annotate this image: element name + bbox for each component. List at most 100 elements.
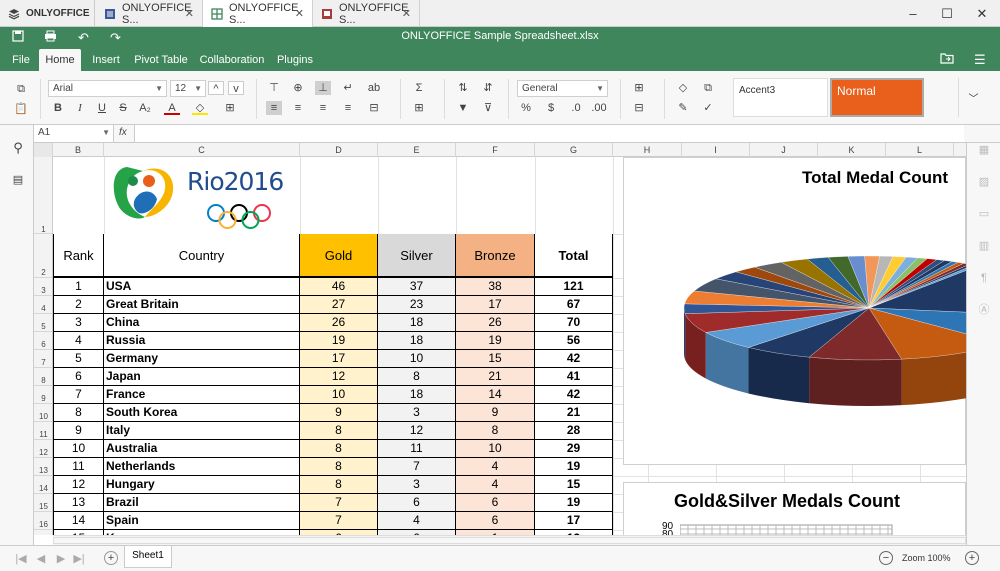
menu-home[interactable]: Home [39, 49, 81, 71]
decrease-decimal-icon[interactable]: .0 [568, 101, 584, 115]
table-cell[interactable]: 29 [535, 440, 613, 458]
header-cell[interactable]: Rank [53, 234, 104, 278]
table-cell[interactable]: 5 [53, 350, 104, 368]
table-cell[interactable]: 19 [535, 494, 613, 512]
zoom-in-button[interactable]: + [965, 551, 979, 565]
table-cell[interactable]: 9 [456, 404, 535, 422]
italic-button[interactable]: I [72, 101, 88, 115]
delete-cells-icon[interactable]: ⊟ [631, 101, 647, 115]
table-cell[interactable]: France [104, 386, 300, 404]
table-cell[interactable]: 9 [53, 422, 104, 440]
column-header[interactable]: G [535, 143, 613, 157]
table-cell[interactable]: 8 [300, 440, 378, 458]
table-cell[interactable]: 27 [300, 296, 378, 314]
table-cell[interactable]: 14 [53, 512, 104, 530]
wrap-text-icon[interactable]: ↵ [340, 81, 356, 95]
select-all-corner[interactable] [34, 143, 53, 157]
table-cell[interactable]: 37 [378, 278, 456, 296]
row-header[interactable]: 9 [34, 386, 52, 404]
chart-settings-icon[interactable]: ▥ [976, 239, 992, 253]
close-tab-icon[interactable]: ✕ [185, 7, 194, 20]
table-cell[interactable]: 4 [53, 332, 104, 350]
zoom-out-button[interactable]: − [879, 551, 893, 565]
table-cell[interactable]: 15 [456, 350, 535, 368]
table-cell[interactable]: 2 [53, 296, 104, 314]
style-accent3[interactable]: Accent3 [733, 78, 828, 117]
close-tab-icon[interactable]: ✕ [295, 7, 304, 20]
horizontal-scrollbar[interactable] [53, 535, 966, 545]
increase-decimal-icon[interactable]: .00 [591, 101, 607, 115]
table-cell[interactable]: Australia [104, 440, 300, 458]
table-cell[interactable]: 70 [535, 314, 613, 332]
table-cell[interactable]: 56 [535, 332, 613, 350]
paste-icon[interactable]: 📋 [13, 102, 29, 116]
row-header[interactable]: 17 [34, 530, 52, 535]
column-header[interactable]: I [682, 143, 750, 157]
column-header[interactable]: E [378, 143, 456, 157]
table-cell[interactable]: 13 [53, 494, 104, 512]
column-header[interactable]: H [613, 143, 682, 157]
row-header[interactable]: 15 [34, 494, 52, 512]
row-header[interactable]: 2 [34, 234, 52, 278]
scrollbar-thumb[interactable] [53, 537, 966, 544]
increase-font-button[interactable]: ^ [208, 81, 224, 95]
table-cell[interactable]: Spain [104, 512, 300, 530]
table-cell[interactable]: 42 [535, 386, 613, 404]
insert-function-icon[interactable]: ⊞ [411, 101, 427, 115]
column-header[interactable]: K [818, 143, 886, 157]
clear-filter-icon[interactable]: ⊽ [480, 101, 496, 115]
font-name-select[interactable]: Arial ▼ [48, 80, 167, 97]
subscript-icon[interactable]: A₂ [137, 101, 153, 115]
table-cell[interactable]: 10 [378, 350, 456, 368]
row-header[interactable]: 8 [34, 368, 52, 386]
column-header[interactable]: C [104, 143, 300, 157]
menu-pivot-table[interactable]: Pivot Table [131, 49, 191, 71]
insert-cells-icon[interactable]: ⊞ [631, 81, 647, 95]
table-cell[interactable]: 26 [300, 314, 378, 332]
table-cell[interactable]: 12 [378, 422, 456, 440]
currency-button[interactable]: $ [543, 101, 559, 115]
header-cell[interactable]: Country [104, 234, 300, 278]
function-icon[interactable]: fx [119, 127, 127, 138]
table-cell[interactable]: 6 [53, 368, 104, 386]
table-cell[interactable]: 3 [53, 314, 104, 332]
table-cell[interactable]: 9 [300, 404, 378, 422]
table-cell[interactable]: 6 [456, 512, 535, 530]
cell-reference-input[interactable]: A1 ▼ [34, 125, 114, 142]
bold-button[interactable]: B [50, 101, 66, 115]
table-cell[interactable]: 46 [300, 278, 378, 296]
table-cell[interactable]: 18 [378, 332, 456, 350]
row-header[interactable]: 14 [34, 476, 52, 494]
last-sheet-icon[interactable]: ▶| [71, 552, 87, 566]
table-cell[interactable]: 8 [300, 476, 378, 494]
table-cell[interactable]: Italy [104, 422, 300, 440]
table-cell[interactable]: 7 [300, 494, 378, 512]
column-header[interactable]: J [750, 143, 818, 157]
table-cell[interactable]: 10 [456, 440, 535, 458]
table-cell[interactable]: 10 [300, 386, 378, 404]
align-bottom-icon[interactable]: ⊥ [315, 81, 331, 95]
add-sheet-button[interactable]: + [104, 551, 118, 565]
table-cell[interactable]: 11 [53, 458, 104, 476]
number-format-select[interactable]: General ▼ [517, 80, 608, 97]
table-cell[interactable]: 19 [456, 332, 535, 350]
conditional-format-icon[interactable]: ✓ [700, 101, 716, 115]
row-header[interactable]: 10 [34, 404, 52, 422]
row-header[interactable]: 4 [34, 296, 52, 314]
table-cell[interactable]: 38 [456, 278, 535, 296]
table-cell[interactable]: 7 [300, 512, 378, 530]
underline-button[interactable]: U [94, 101, 110, 115]
header-cell[interactable]: Total [535, 234, 613, 278]
sort-descending-icon[interactable]: ⇵ [480, 81, 496, 95]
row-header[interactable]: 16 [34, 512, 52, 530]
table-cell[interactable]: Japan [104, 368, 300, 386]
table-cell[interactable]: 42 [535, 350, 613, 368]
align-left-icon[interactable]: ≡ [266, 101, 282, 115]
table-cell[interactable]: 67 [535, 296, 613, 314]
justify-icon[interactable]: ≡ [340, 101, 356, 115]
borders-icon[interactable]: ⊞ [222, 101, 238, 115]
header-cell[interactable]: Gold [300, 234, 378, 278]
comments-icon[interactable]: ▤ [10, 173, 26, 187]
column-header[interactable]: D [300, 143, 378, 157]
close-tab-icon[interactable]: ✕ [402, 7, 411, 20]
